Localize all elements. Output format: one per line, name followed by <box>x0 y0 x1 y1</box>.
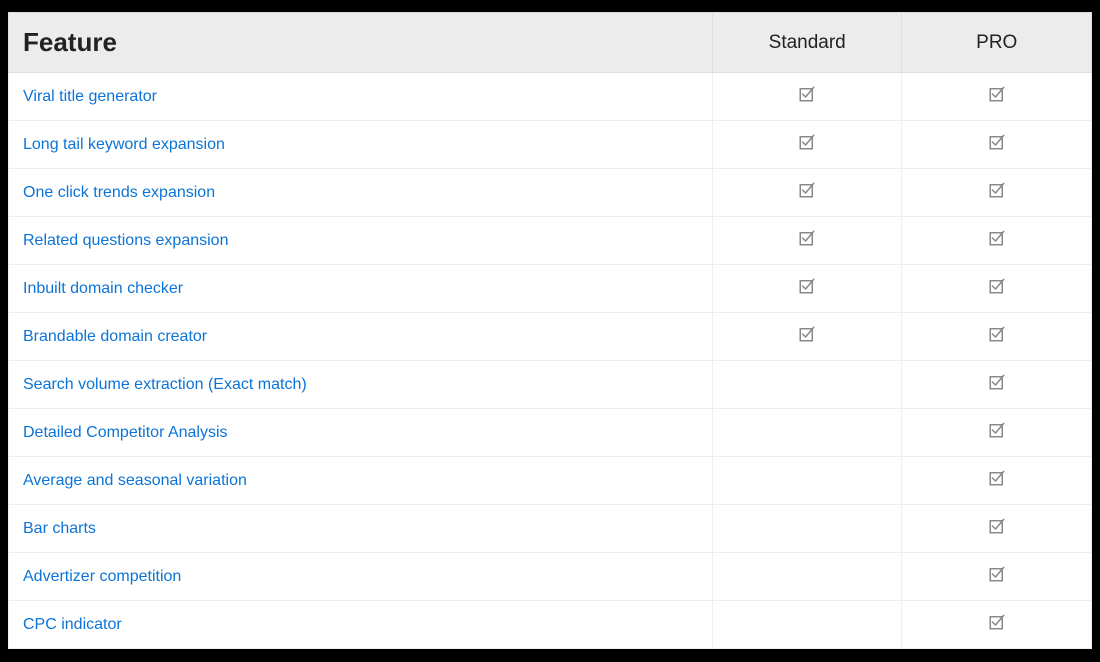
pro-cell <box>902 361 1092 409</box>
check-icon <box>988 565 1006 583</box>
standard-cell <box>712 313 902 361</box>
feature-link[interactable]: Advertizer competition <box>9 553 713 601</box>
standard-cell <box>712 265 902 313</box>
pro-cell <box>902 169 1092 217</box>
table-row: Inbuilt domain checker <box>9 265 1092 313</box>
standard-cell <box>712 601 902 649</box>
feature-link[interactable]: CPC indicator <box>9 601 713 649</box>
table-row: One click trends expansion <box>9 169 1092 217</box>
pro-cell <box>902 553 1092 601</box>
pro-cell <box>902 121 1092 169</box>
table-row: Long tail keyword expansion <box>9 121 1092 169</box>
table-row: Viral title generator <box>9 73 1092 121</box>
pro-cell <box>902 313 1092 361</box>
feature-link[interactable]: Inbuilt domain checker <box>9 265 713 313</box>
check-icon <box>798 85 816 103</box>
feature-link[interactable]: Long tail keyword expansion <box>9 121 713 169</box>
pro-cell <box>902 217 1092 265</box>
table-row: CPC indicator <box>9 601 1092 649</box>
standard-cell <box>712 169 902 217</box>
pro-cell <box>902 265 1092 313</box>
pro-cell <box>902 505 1092 553</box>
check-icon <box>988 277 1006 295</box>
table-row: Related questions expansion <box>9 217 1092 265</box>
check-icon <box>798 229 816 247</box>
feature-link[interactable]: One click trends expansion <box>9 169 713 217</box>
comparison-table-container: Feature Standard PRO Viral title generat… <box>8 12 1092 649</box>
pro-cell <box>902 601 1092 649</box>
check-icon <box>988 325 1006 343</box>
check-icon <box>988 421 1006 439</box>
feature-link[interactable]: Detailed Competitor Analysis <box>9 409 713 457</box>
table-row: Detailed Competitor Analysis <box>9 409 1092 457</box>
pro-cell <box>902 409 1092 457</box>
check-icon <box>798 277 816 295</box>
standard-cell <box>712 217 902 265</box>
feature-link[interactable]: Average and seasonal variation <box>9 457 713 505</box>
pro-cell <box>902 457 1092 505</box>
pro-cell <box>902 73 1092 121</box>
feature-link[interactable]: Search volume extraction (Exact match) <box>9 361 713 409</box>
check-icon <box>798 181 816 199</box>
check-icon <box>988 85 1006 103</box>
feature-comparison-table: Feature Standard PRO Viral title generat… <box>8 12 1092 649</box>
check-icon <box>798 133 816 151</box>
table-row: Brandable domain creator <box>9 313 1092 361</box>
feature-link[interactable]: Viral title generator <box>9 73 713 121</box>
feature-link[interactable]: Brandable domain creator <box>9 313 713 361</box>
check-icon <box>988 613 1006 631</box>
table-row: Average and seasonal variation <box>9 457 1092 505</box>
col-header-standard: Standard <box>712 13 902 73</box>
check-icon <box>798 325 816 343</box>
standard-cell <box>712 505 902 553</box>
standard-cell <box>712 553 902 601</box>
table-row: Advertizer competition <box>9 553 1092 601</box>
standard-cell <box>712 73 902 121</box>
standard-cell <box>712 361 902 409</box>
standard-cell <box>712 457 902 505</box>
table-row: Search volume extraction (Exact match) <box>9 361 1092 409</box>
standard-cell <box>712 121 902 169</box>
table-header-row: Feature Standard PRO <box>9 13 1092 73</box>
col-header-pro: PRO <box>902 13 1092 73</box>
check-icon <box>988 133 1006 151</box>
table-row: Bar charts <box>9 505 1092 553</box>
check-icon <box>988 517 1006 535</box>
check-icon <box>988 373 1006 391</box>
standard-cell <box>712 409 902 457</box>
feature-link[interactable]: Bar charts <box>9 505 713 553</box>
col-header-feature: Feature <box>9 13 713 73</box>
feature-link[interactable]: Related questions expansion <box>9 217 713 265</box>
check-icon <box>988 181 1006 199</box>
check-icon <box>988 469 1006 487</box>
check-icon <box>988 229 1006 247</box>
